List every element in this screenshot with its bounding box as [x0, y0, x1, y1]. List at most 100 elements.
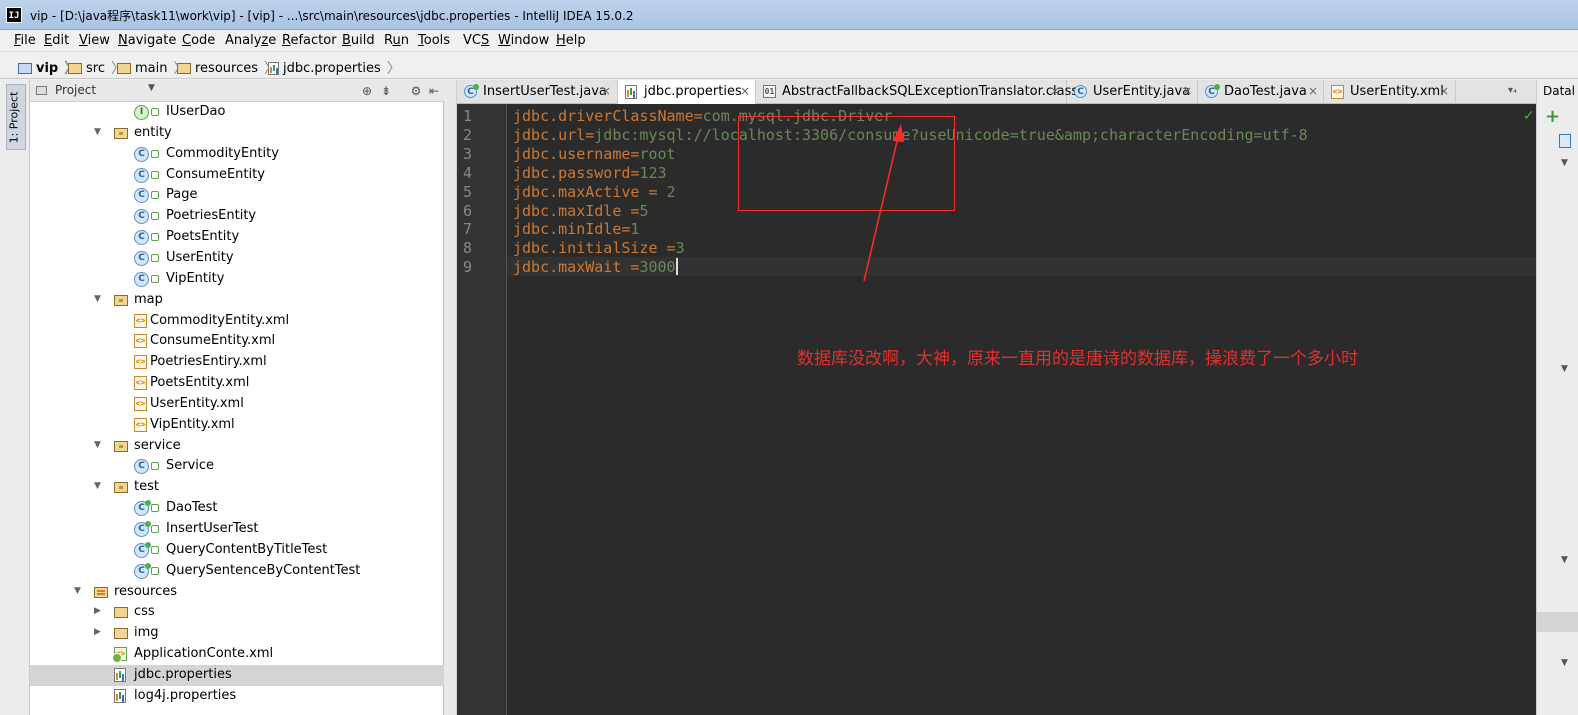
menu-file[interactable]: File	[14, 33, 36, 48]
menu-view[interactable]: View	[79, 33, 110, 48]
code-line[interactable]: jdbc.password=123	[513, 164, 667, 182]
close-icon[interactable]: ×	[740, 84, 750, 98]
code-line[interactable]: jdbc.initialSize =3	[513, 239, 685, 257]
tab-abstractfallbacksqlexceptiontranslator-class[interactable]: 01 AbstractFallbackSQLExceptionTranslato…	[756, 80, 1078, 104]
tab-daotest-java[interactable]: C DaoTest.java ×	[1198, 80, 1324, 104]
tree-item-vipentity-xml[interactable]: <> VipEntity.xml	[30, 415, 444, 436]
tree-item-log4j-properties[interactable]: log4j.properties	[30, 686, 444, 707]
tab-label: DaoTest.java	[1224, 84, 1307, 99]
tree-item-test[interactable]: ▼ test	[30, 477, 444, 498]
project-panel-header: Project ▼ ⊕ ⇟ ⚙ ⇤	[30, 80, 444, 102]
expand-arrow-icon[interactable]: ▼	[1561, 658, 1568, 668]
database-icon[interactable]	[1559, 134, 1571, 148]
project-view-selector[interactable]: Project ▼	[36, 83, 155, 99]
close-icon[interactable]: ×	[601, 84, 611, 98]
tab-overflow-menu[interactable]: ▾₄	[1508, 85, 1517, 96]
menu-navigate[interactable]: Navigate	[118, 33, 176, 48]
expand-arrow-icon[interactable]: ▼	[74, 586, 84, 596]
add-icon[interactable]: +	[1545, 106, 1560, 127]
expand-arrow-icon[interactable]: ▼	[1561, 364, 1568, 374]
tab-insertusertest-java[interactable]: C InsertUserTest.java ×	[457, 80, 618, 104]
tree-item-resources[interactable]: ▼ resources	[30, 582, 444, 603]
menu-edit[interactable]: Edit	[44, 33, 69, 48]
collapse-arrow-icon[interactable]: ▶	[94, 627, 104, 637]
property-value: 123	[639, 163, 667, 182]
tree-item-userentity[interactable]: C UserEntity	[30, 248, 444, 269]
close-icon[interactable]: ×	[1308, 84, 1318, 98]
tree-item-consumeentity-xml[interactable]: <> ConsumeEntity.xml	[30, 331, 444, 352]
tab-label: AbstractFallbackSQLExceptionTranslator.c…	[782, 84, 1079, 99]
tree-item-entity[interactable]: ▼ entity	[30, 123, 444, 144]
close-icon[interactable]: ×	[1182, 84, 1192, 98]
tree-item-applicationconte-xml[interactable]: <> ApplicationConte.xml	[30, 644, 444, 665]
hide-panel-icon[interactable]: ⇤	[426, 83, 442, 99]
menu-run[interactable]: Run	[384, 33, 409, 48]
settings-gear-icon[interactable]: ⚙	[408, 83, 424, 99]
tree-item-userentity-xml[interactable]: <> UserEntity.xml	[30, 394, 444, 415]
code-editor[interactable]: 123456789 jdbc.driverClassName=com.mysql…	[457, 104, 1536, 715]
menu-build[interactable]: Build	[342, 33, 375, 48]
tree-item-jdbc-properties[interactable]: jdbc.properties	[30, 664, 444, 686]
code-line[interactable]: jdbc.maxIdle =5	[513, 202, 648, 220]
expand-arrow-icon[interactable]: ▼	[1561, 158, 1568, 168]
line-number: 6	[463, 201, 473, 220]
tree-item-service[interactable]: ▼ service	[30, 436, 444, 457]
tree-item-daotest[interactable]: C DaoTest	[30, 498, 444, 519]
panel-splitter[interactable]	[444, 80, 457, 715]
tab-userentity-xml[interactable]: <> UserEntity.xml ×	[1324, 80, 1456, 104]
breadcrumb-jdbc-properties[interactable]: jdbc.properties 〉	[268, 58, 401, 78]
tree-item-querycontentbytitletest[interactable]: C QueryContentByTitleTest	[30, 540, 444, 561]
menu-window[interactable]: Window	[498, 33, 549, 48]
tree-item-querysentencebycontenttest[interactable]: C QuerySentenceByContentTest	[30, 561, 444, 582]
collapse-arrow-icon[interactable]: ▶	[94, 606, 104, 616]
expand-arrow-icon[interactable]: ▼	[1561, 555, 1568, 565]
tree-item-label: DaoTest	[166, 500, 218, 516]
menu-analyze[interactable]: Analyze	[225, 33, 276, 48]
tree-item-poetsentity-xml[interactable]: <> PoetsEntity.xml	[30, 373, 444, 394]
tab-jdbc-properties[interactable]: jdbc.properties ×	[618, 80, 756, 104]
expand-arrow-icon[interactable]: ▼	[94, 440, 104, 450]
tree-item-css[interactable]: ▶ css	[30, 602, 444, 623]
database-tool-label[interactable]: Datal	[1543, 84, 1575, 98]
menu-vcs[interactable]: VCS	[463, 33, 489, 48]
property-value: 3000	[639, 258, 676, 277]
menu-refactor[interactable]: Refactor	[282, 33, 337, 48]
scroll-from-source-icon[interactable]: ⊕	[359, 83, 375, 99]
tree-item-poetriesentity[interactable]: C PoetriesEntity	[30, 206, 444, 227]
menu-code[interactable]: Code	[182, 33, 215, 48]
tab-userentity-java[interactable]: C UserEntity.java ×	[1067, 80, 1198, 104]
close-icon[interactable]: ×	[1439, 84, 1449, 98]
code-line[interactable]: jdbc.username=root	[513, 145, 676, 163]
expand-arrow-icon[interactable]: ▼	[94, 127, 104, 137]
project-tool-tab[interactable]: 1: Project	[6, 84, 26, 150]
menu-tools[interactable]: Tools	[418, 33, 450, 48]
annotation-highlight-box	[738, 116, 955, 211]
expand-arrow-icon[interactable]: ▼	[94, 294, 104, 304]
code-line[interactable]: jdbc.maxWait =3000	[513, 258, 678, 276]
right-tool-strip: Datal ✓ + ▼ ▼ ▼ ▼	[1523, 80, 1578, 715]
tree-item-vipentity[interactable]: C VipEntity	[30, 269, 444, 290]
tree-item-commodityentity-xml[interactable]: <> CommodityEntity.xml	[30, 311, 444, 332]
tree-item-map[interactable]: ▼ map	[30, 290, 444, 311]
collapse-all-icon[interactable]: ⇟	[378, 83, 394, 99]
close-icon[interactable]: ×	[1050, 84, 1060, 98]
property-value: 2	[666, 182, 676, 201]
tree-item-commodityentity[interactable]: C CommodityEntity	[30, 144, 444, 165]
tree-item-poetriesentiry-xml[interactable]: <> PoetriesEntiry.xml	[30, 352, 444, 373]
tree-item-img[interactable]: ▶ img	[30, 623, 444, 644]
expand-arrow-icon[interactable]: ▼	[94, 481, 104, 491]
tree-item-poetsentity[interactable]: C PoetsEntity	[30, 227, 444, 248]
package-folder-icon	[114, 294, 128, 306]
code-line[interactable]: jdbc.maxActive = 2	[513, 183, 676, 201]
property-key: jdbc.initialSize	[513, 239, 658, 258]
tree-item-label: InsertUserTest	[166, 521, 259, 536]
tree-item-page[interactable]: C Page	[30, 185, 444, 206]
menu-help[interactable]: Help	[556, 33, 586, 48]
tree-item-insertusertest[interactable]: C InsertUserTest	[30, 519, 444, 540]
breadcrumb-resources[interactable]: resources〉	[177, 58, 278, 78]
xml-file-icon: <>	[1331, 85, 1344, 99]
tree-item-iuserdao[interactable]: I IUserDao	[30, 102, 444, 123]
tree-item-consumeentity[interactable]: C ConsumeEntity	[30, 165, 444, 186]
tree-item-service[interactable]: C Service	[30, 456, 444, 477]
code-line[interactable]: jdbc.minIdle=1	[513, 220, 639, 238]
